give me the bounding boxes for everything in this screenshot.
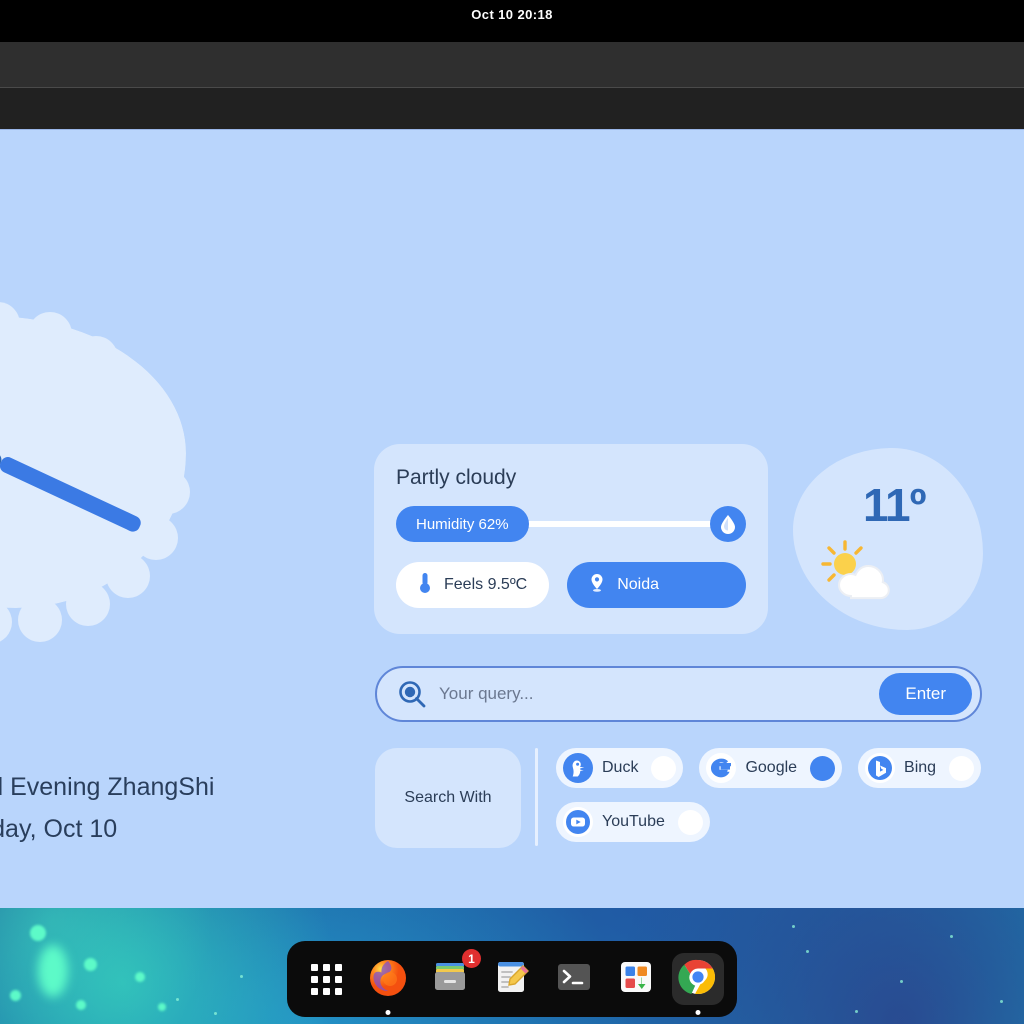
wallpaper-star — [1000, 1000, 1003, 1003]
clock-scallop — [138, 420, 182, 464]
engine-label: Bing — [904, 759, 937, 776]
wallpaper-glow — [10, 990, 21, 1001]
dock: 1 — [287, 941, 737, 1017]
topbar-clock[interactable]: Oct 10 20:18 — [471, 7, 552, 22]
enter-button[interactable]: Enter — [879, 673, 972, 715]
dock-item-text-editor[interactable] — [486, 953, 538, 1005]
humidity-pill[interactable]: Humidity 62% — [396, 506, 529, 542]
wallpaper-star — [240, 975, 243, 978]
wallpaper-star — [176, 998, 179, 1001]
greeting-date: Friday, Oct 10 — [0, 815, 118, 843]
greeting-text: Good Evening ZhangShi — [0, 773, 215, 801]
engine-option-youtube[interactable]: YouTube — [556, 802, 710, 842]
dock-item-software[interactable] — [610, 953, 662, 1005]
dock-item-files[interactable]: 1 — [424, 949, 481, 1005]
search-with-label: Search With — [404, 789, 492, 806]
sun-behind-cloud-icon — [821, 540, 899, 602]
weather-condition-text: Partly cloudy — [396, 466, 517, 489]
engine-radio[interactable] — [651, 755, 677, 781]
humidity-row: Humidity 62% — [396, 506, 746, 542]
vertical-divider — [535, 748, 538, 846]
app-grid-icon — [310, 963, 342, 995]
city-chip[interactable]: Noida — [567, 562, 746, 608]
engine-radio[interactable] — [677, 809, 703, 835]
duckduckgo-icon — [563, 753, 593, 783]
wallpaper-glow — [135, 972, 145, 982]
location-pin-icon — [589, 573, 605, 598]
engine-option-google[interactable]: Google — [699, 748, 843, 788]
wallpaper-star — [855, 1010, 858, 1013]
clock-scallop — [66, 582, 110, 626]
weather-chip-row: Feels 9.5ºC Noida — [396, 562, 746, 608]
humidity-track[interactable] — [522, 521, 716, 527]
running-indicator — [695, 1010, 701, 1015]
files-badge: 1 — [462, 949, 481, 968]
humidity-label: Humidity 62% — [416, 515, 509, 533]
running-indicator — [385, 1010, 391, 1015]
wallpaper-star — [950, 935, 953, 938]
analog-clock-widget — [0, 302, 190, 644]
dock-item-terminal[interactable] — [548, 953, 600, 1005]
search-with-label-box: Search With — [375, 748, 521, 848]
water-drop-icon — [710, 506, 746, 542]
wallpaper-glow — [38, 945, 68, 997]
dock-item-show-applications[interactable] — [300, 953, 352, 1005]
temperature-text: 11º — [863, 479, 926, 531]
feels-like-label: Feels 9.5ºC — [444, 576, 528, 593]
wallpaper-glow — [76, 1000, 86, 1010]
clock-scallop — [106, 554, 150, 598]
software-center-icon — [616, 957, 656, 1002]
search-icon[interactable] — [393, 675, 431, 713]
search-with-panel: Search With Duck Google Bing YouTube — [375, 748, 983, 848]
text-editor-icon — [491, 956, 533, 1003]
search-bar[interactable]: Enter — [375, 666, 982, 722]
wallpaper-star — [900, 980, 903, 983]
new-tab-page: Good Evening ZhangShi Friday, Oct 10 Par… — [0, 130, 1024, 908]
engine-label: Google — [745, 759, 798, 776]
thermometer-icon — [418, 572, 432, 599]
engine-radio[interactable] — [810, 755, 836, 781]
clock-scallop — [74, 336, 118, 380]
engine-label: YouTube — [602, 813, 665, 830]
wallpaper-glow — [158, 1003, 166, 1011]
wallpaper-star — [214, 1012, 217, 1015]
browser-toolbar[interactable] — [0, 88, 1024, 130]
firefox-icon — [366, 955, 410, 1004]
engine-list: Duck Google Bing YouTube — [556, 748, 983, 842]
browser-tabstrip[interactable] — [0, 28, 1024, 42]
feels-like-chip[interactable]: Feels 9.5ºC — [396, 562, 550, 608]
browser-titlebar[interactable] — [0, 42, 1024, 88]
engine-option-duck[interactable]: Duck — [556, 748, 684, 788]
engine-radio[interactable] — [949, 755, 975, 781]
wallpaper-star — [792, 925, 795, 928]
engine-label: Duck — [602, 759, 639, 776]
wallpaper-glow — [84, 958, 97, 971]
engine-option-bing[interactable]: Bing — [858, 748, 982, 788]
clock-scallop — [18, 598, 62, 642]
wallpaper-star — [806, 950, 809, 953]
gnome-top-bar: Oct 10 20:18 — [0, 0, 1024, 28]
bing-icon — [865, 753, 896, 783]
google-icon — [706, 753, 737, 783]
search-input[interactable] — [431, 684, 880, 704]
dock-item-chrome[interactable] — [672, 953, 724, 1015]
wallpaper-glow — [30, 925, 46, 941]
youtube-icon — [563, 807, 593, 837]
dock-item-firefox[interactable] — [362, 953, 414, 1015]
clock-scallop — [146, 470, 190, 514]
city-label: Noida — [617, 576, 660, 593]
terminal-icon — [554, 957, 594, 1002]
clock-scallop — [28, 312, 72, 356]
weather-card: Partly cloudy Humidity 62% Feels 9.5ºC N… — [374, 444, 768, 634]
clock-scallop — [112, 374, 156, 418]
chrome-icon — [678, 957, 718, 1002]
weather-temperature-blob: 11º — [793, 448, 983, 630]
